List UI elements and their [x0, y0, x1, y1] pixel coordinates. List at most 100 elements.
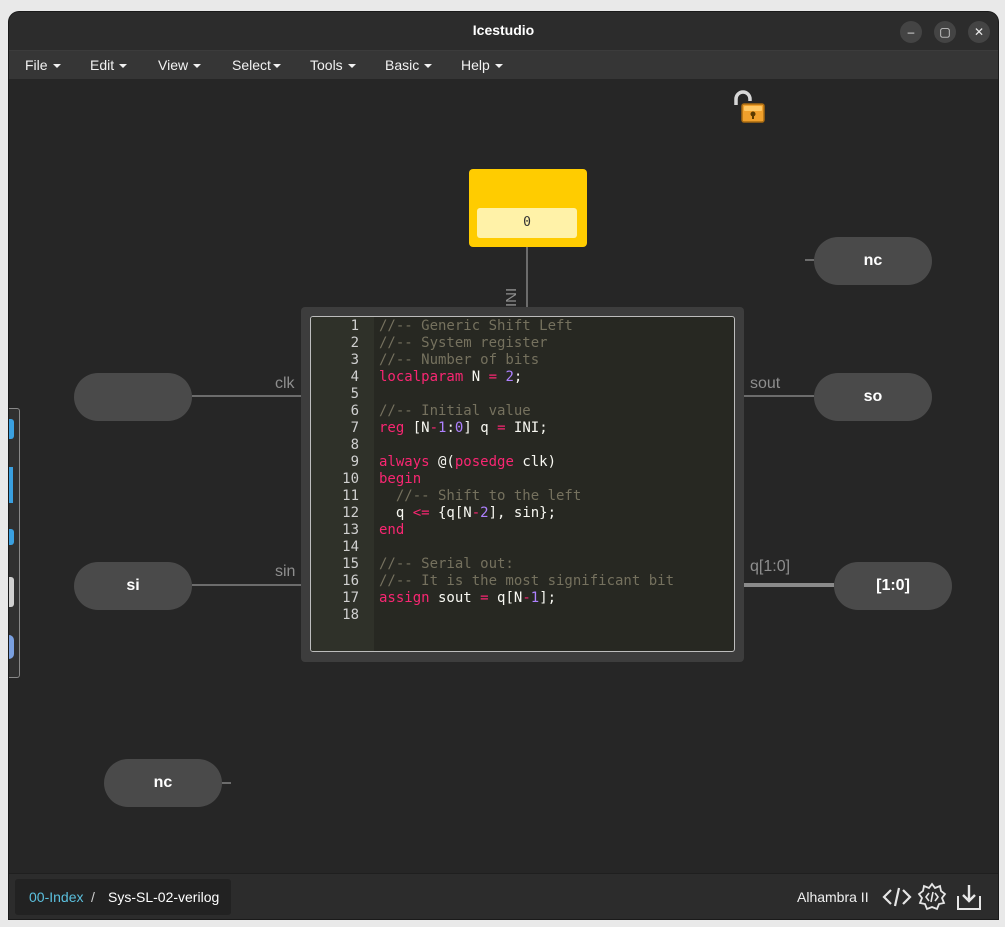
menu-edit-label: Edit: [90, 57, 115, 73]
wire-stub-nc-out[interactable]: [805, 259, 814, 261]
code-line-text[interactable]: end: [379, 522, 404, 539]
menu-edit[interactable]: Edit: [90, 51, 128, 79]
code-line-text[interactable]: //-- Number of bits: [379, 352, 539, 369]
menu-help-label: Help: [461, 57, 490, 73]
pin-label-sin: sin: [275, 563, 296, 580]
line-number: 8: [350, 437, 359, 453]
code-line-text[interactable]: always @(posedge clk): [379, 454, 556, 471]
verilog-code-block[interactable]: 1 //-- Generic Shift Left 2 //-- System reg…: [301, 307, 744, 662]
menu-basic[interactable]: Basic: [385, 51, 433, 79]
code-line[interactable]: 2 //-- System register: [311, 335, 734, 352]
code-line-text[interactable]: begin: [379, 471, 421, 488]
code-line[interactable]: 14: [311, 539, 734, 556]
code-line[interactable]: 16 //-- It is the most significant bit: [311, 573, 734, 590]
close-button[interactable]: ✕: [968, 21, 990, 43]
code-line[interactable]: 15 //-- Serial out:: [311, 556, 734, 573]
code-line[interactable]: 5: [311, 386, 734, 403]
maximize-button[interactable]: ▢: [934, 21, 956, 43]
verilog-gear-icon[interactable]: [917, 882, 947, 912]
code-line[interactable]: 8: [311, 437, 734, 454]
wire-sout[interactable]: [744, 395, 814, 397]
code-line[interactable]: 13 end: [311, 522, 734, 539]
pin-label-ini: INI: [503, 287, 520, 307]
code-line-text[interactable]: q <= {q[N-2], sin};: [379, 505, 556, 522]
constant-value-field[interactable]: 0: [477, 208, 577, 238]
pin-label-clk: clk: [275, 375, 295, 392]
menu-help[interactable]: Help: [461, 51, 503, 79]
code-line[interactable]: 3 //-- Number of bits: [311, 352, 734, 369]
status-bar: 00-Index / Sys-SL-02-verilog Alhambra II: [9, 873, 998, 919]
code-line-text[interactable]: //-- It is the most significant bit: [379, 573, 674, 590]
breadcrumb-root-link[interactable]: 00-Index: [29, 879, 83, 915]
code-line-text[interactable]: //-- Initial value: [379, 403, 531, 420]
code-line-text[interactable]: //-- Generic Shift Left: [379, 318, 573, 335]
line-number: 11: [342, 488, 359, 504]
line-number: 7: [350, 420, 359, 436]
board-name[interactable]: Alhambra II: [797, 874, 869, 919]
line-number: 4: [350, 369, 359, 385]
download-icon[interactable]: [954, 882, 984, 912]
code-line[interactable]: 9 always @(posedge clk): [311, 454, 734, 471]
code-line[interactable]: 6 //-- Initial value: [311, 403, 734, 420]
code-line[interactable]: 7 reg [N-1:0] q = INI;: [311, 420, 734, 437]
menu-view[interactable]: View: [158, 51, 202, 79]
side-panel-tab[interactable]: [9, 467, 13, 503]
menu-select[interactable]: Select: [232, 51, 281, 79]
line-number: 15: [342, 556, 359, 572]
side-panel-tab[interactable]: [9, 635, 14, 659]
design-canvas[interactable]: 0 INI clk si sin nc nc so sout [1:0] q[1…: [9, 79, 998, 873]
output-port-q[interactable]: [1:0]: [834, 562, 952, 610]
output-port-nc[interactable]: nc: [814, 237, 932, 285]
code-view-icon[interactable]: [882, 882, 912, 912]
app-window: Icestudio – ▢ ✕ File Edit View Select To…: [9, 12, 998, 919]
pin-label-sout: sout: [750, 375, 781, 392]
code-line[interactable]: 12 q <= {q[N-2], sin};: [311, 505, 734, 522]
chevron-down-icon: [424, 64, 433, 69]
constant-block[interactable]: 0: [469, 169, 587, 247]
input-port-clk[interactable]: [74, 373, 192, 421]
input-port-si[interactable]: si: [74, 562, 192, 610]
pin-label-q: q[1:0]: [750, 558, 791, 575]
code-line[interactable]: 4 localparam N = 2;: [311, 369, 734, 386]
code-line[interactable]: 10 begin: [311, 471, 734, 488]
code-line-text[interactable]: reg [N-1:0] q = INI;: [379, 420, 548, 437]
wire-q-bus[interactable]: [744, 583, 834, 587]
line-number: 10: [342, 471, 359, 487]
chevron-down-icon: [52, 64, 61, 69]
code-line-text[interactable]: localparam N = 2;: [379, 369, 522, 386]
wire-stub-nc-in[interactable]: [222, 782, 231, 784]
input-port-nc[interactable]: nc: [104, 759, 222, 807]
menu-tools[interactable]: Tools: [310, 51, 356, 79]
window-title: Icestudio: [472, 22, 535, 38]
menu-basic-label: Basic: [385, 57, 420, 73]
minimize-button[interactable]: –: [900, 21, 922, 43]
side-panel-tab[interactable]: [9, 419, 14, 439]
collapsed-side-panel[interactable]: [9, 408, 20, 678]
menu-bar: File Edit View Select Tools Basic Help: [9, 50, 998, 80]
line-number: 6: [350, 403, 359, 419]
code-line[interactable]: 1 //-- Generic Shift Left: [311, 318, 734, 335]
line-number: 14: [342, 539, 359, 555]
code-line[interactable]: 17 assign sout = q[N-1];: [311, 590, 734, 607]
menu-select-label: Select: [232, 57, 271, 73]
side-panel-tab[interactable]: [9, 577, 14, 607]
chevron-down-icon: [347, 64, 356, 69]
wire-clk[interactable]: [192, 395, 301, 397]
code-line-text[interactable]: //-- System register: [379, 335, 548, 352]
code-line[interactable]: 11 //-- Shift to the left: [311, 488, 734, 505]
code-line-text[interactable]: //-- Serial out:: [379, 556, 514, 573]
line-number: 13: [342, 522, 359, 538]
code-line-text[interactable]: //-- Shift to the left: [379, 488, 581, 505]
line-number: 5: [350, 386, 359, 402]
line-number: 3: [350, 352, 359, 368]
code-line[interactable]: 18: [311, 607, 734, 624]
wire-ini[interactable]: [526, 247, 528, 307]
unlocked-padlock-icon[interactable]: [732, 89, 768, 125]
wire-sin[interactable]: [192, 584, 301, 586]
side-panel-tab[interactable]: [9, 529, 14, 545]
code-editor[interactable]: 1 //-- Generic Shift Left 2 //-- System reg…: [310, 316, 735, 652]
menu-file[interactable]: File: [25, 51, 61, 79]
output-port-so[interactable]: so: [814, 373, 932, 421]
chevron-down-icon: [193, 64, 202, 69]
code-line-text[interactable]: assign sout = q[N-1];: [379, 590, 556, 607]
